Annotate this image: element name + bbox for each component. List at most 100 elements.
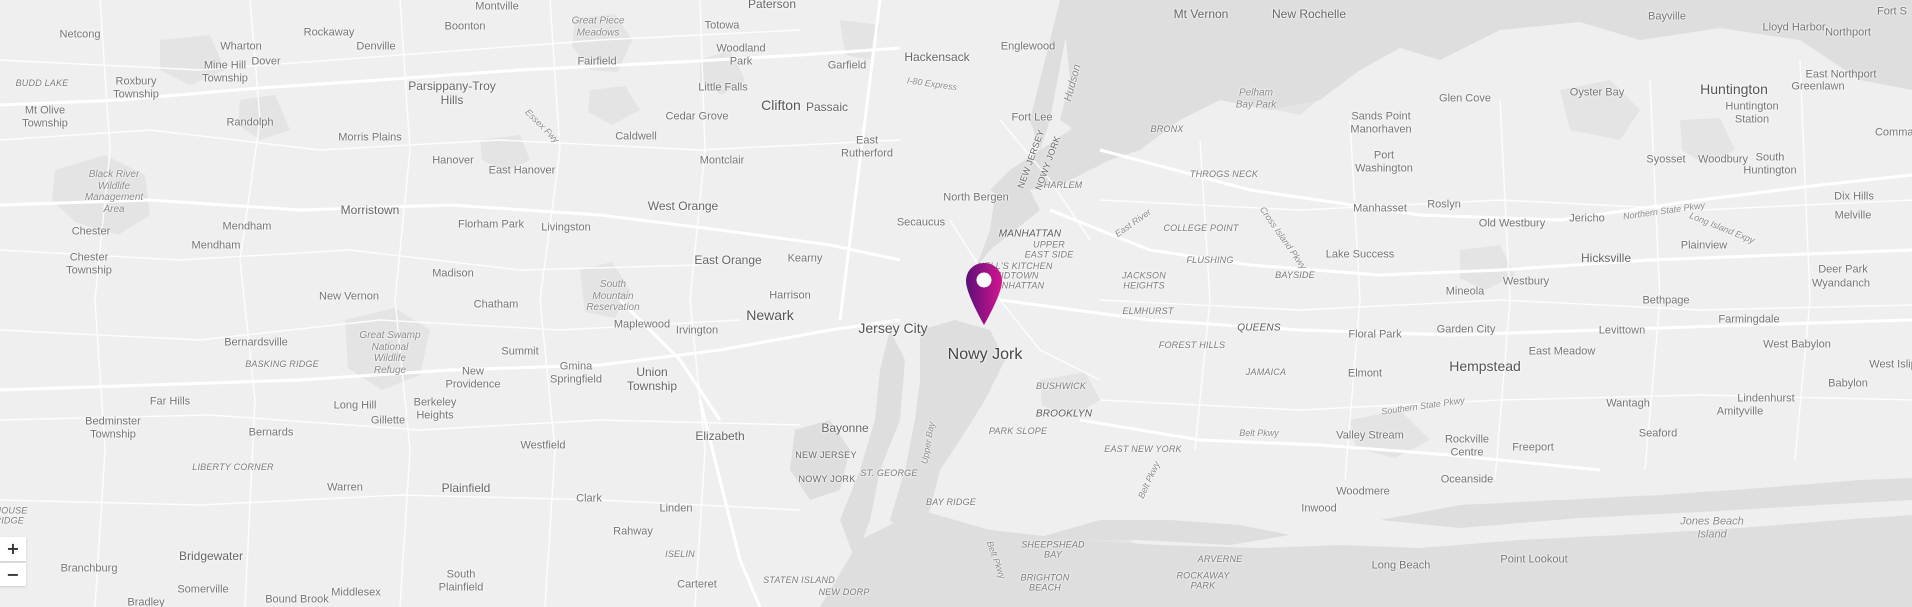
map-label-paterson: Paterson	[747, 0, 797, 12]
map-label-cedar-grove: Cedar Grove	[665, 110, 729, 123]
map-container[interactable]: Paterson Montville Boonton Rockaway Netc…	[0, 0, 1912, 607]
map-label-west-orange: West Orange	[647, 199, 719, 214]
map-label-montville: Montville	[475, 0, 519, 13]
map-label-carteret: Carteret	[677, 578, 717, 591]
map-label-huntington-station: Huntington Station	[1725, 100, 1779, 125]
map-label-parsippany: Parsippany-Troy Hills	[408, 79, 496, 107]
map-label-bernardsville: Bernardsville	[224, 336, 288, 349]
map-label-clifton: Clifton	[761, 96, 801, 113]
map-label-forest-hills: FOREST HILLS	[1158, 339, 1226, 350]
map-label-point-lookout: Point Lookout	[1500, 553, 1568, 566]
map-label-new-jersey: NEW JERSEY	[795, 449, 857, 460]
map-label-oyster-bay: Oyster Bay	[1569, 86, 1625, 99]
map-label-gillette: Gillette	[370, 414, 406, 427]
map-label-hicksville: Hicksville	[1580, 251, 1632, 266]
map-label-basking-ridge: BASKING RIDGE	[245, 358, 319, 369]
map-label-budd-lake: BUDD LAKE	[15, 77, 69, 88]
map-label-staten-island: STATEN ISLAND	[763, 574, 835, 585]
map-label-belt-pkwy: Belt Pkwy	[1239, 427, 1279, 438]
map-label-manorhaven: Manorhaven	[1350, 123, 1412, 136]
map-label-long-beach: Long Beach	[1371, 559, 1431, 572]
map-label-wantagh: Wantagh	[1606, 397, 1650, 410]
map-label-harlem: HARLEM	[1043, 179, 1083, 190]
map-label-rahway: Rahway	[613, 525, 653, 538]
location-pin-icon[interactable]	[965, 262, 1003, 326]
map-label-bayville: Bayville	[1648, 10, 1686, 23]
map-label-farmingdale: Farmingdale	[1718, 313, 1780, 326]
map-label-plainfield: Plainfield	[441, 481, 491, 496]
map-label-pelham-bay-park: Pelham Bay Park	[1235, 87, 1277, 111]
map-label-far-hills: Far Hills	[149, 395, 191, 408]
map-label-east-hanover: East Hanover	[488, 164, 556, 177]
map-label-jericho: Jericho	[1569, 212, 1605, 225]
map-label-greenlawn: Greenlawn	[1791, 80, 1845, 93]
map-label-passaic: Passaic	[805, 100, 849, 115]
map-label-montclair: Montclair	[699, 154, 745, 167]
map-label-florham-park: Florham Park	[457, 218, 525, 231]
map-label-lake-success: Lake Success	[1325, 248, 1395, 261]
map-label-mine-hill: Mine Hill Township	[202, 59, 248, 84]
map-label-woodbury: Woodbury	[1698, 153, 1748, 166]
map-label-east-orange: East Orange	[694, 253, 762, 268]
map-label-irvington: Irvington	[675, 324, 719, 337]
map-label-linden: Linden	[659, 502, 693, 515]
map-label-wharton: Wharton	[220, 40, 262, 53]
map-label-jamaica: JAMAICA	[1245, 366, 1287, 377]
map-label-morristown: Morristown	[340, 203, 400, 218]
map-label-bay-ridge: BAY RIDGE	[926, 496, 976, 507]
zoom-in-button[interactable]: +	[0, 537, 26, 561]
map-label-kearny: Kearny	[787, 252, 823, 265]
map-label-somerville: Somerville	[177, 583, 229, 596]
map-label-brighton-beach: BRIGHTON BEACH	[1020, 572, 1070, 593]
map-label-gmina-springfield: Gmina Springfield	[550, 360, 602, 385]
map-label-secaucus: Secaucus	[896, 216, 946, 229]
map-label-elmont: Elmont	[1347, 367, 1383, 380]
map-label-dover: Dover	[251, 55, 281, 68]
map-label-west-babylon: West Babylon	[1763, 338, 1831, 351]
map-label-bethpage: Bethpage	[1642, 294, 1690, 307]
map-label-great-piece-meadows: Great Piece Meadows	[571, 15, 625, 39]
zoom-out-button[interactable]: −	[0, 562, 26, 586]
map-label-south-mountain: South Mountain Reservation	[586, 278, 640, 313]
map-label-boonton: Boonton	[444, 20, 486, 33]
map-label-syosset: Syosset	[1646, 153, 1686, 166]
map-label-westbury: Westbury	[1502, 275, 1550, 288]
map-label-west-islip: West Islip	[1869, 358, 1912, 371]
map-label-mendham: Mendham	[191, 239, 241, 252]
map-label-south-huntington: South Huntington	[1743, 151, 1797, 176]
map-label-sheepshead-bay: SHEEPSHEAD BAY	[1021, 539, 1085, 560]
map-label-hackensack: Hackensack	[904, 50, 970, 65]
map-label-nowy-jork: Nowy Jork	[947, 345, 1023, 363]
map-label-union-township: Union Township	[626, 365, 678, 393]
map-label-bernards: Bernards	[248, 426, 294, 439]
map-label-bedminster: Bedminster Township	[85, 415, 141, 440]
map-label-garden-city: Garden City	[1436, 323, 1496, 336]
map-label-elmhurst: ELMHURST	[1122, 305, 1174, 316]
map-label-throgs-neck: THROGS NECK	[1189, 168, 1259, 179]
map-label-port-washington: Port Washington	[1355, 149, 1413, 174]
map-label-jackson-heights: JACKSON HEIGHTS	[1122, 270, 1166, 291]
map-label-lindenhurst: Lindenhurst	[1737, 392, 1795, 405]
map-label-commack: Commac	[1874, 126, 1912, 139]
map-label-east-meadow: East Meadow	[1528, 345, 1596, 358]
map-label-long-hill: Long Hill	[333, 399, 377, 412]
map-label-old-westbury: Old Westbury	[1478, 217, 1546, 230]
map-label-arverne: ARVERNE	[1197, 553, 1243, 564]
map-label-jersey-city: Jersey City	[858, 319, 928, 336]
map-label-melville: Melville	[1834, 209, 1872, 222]
map-label-bound-brook: Bound Brook	[265, 593, 329, 606]
map-label-plainview: Plainview	[1680, 239, 1728, 252]
map-label-clark: Clark	[576, 492, 602, 505]
map-label-south-plainfield: South Plainfield	[438, 568, 484, 593]
map-label-new-rochelle: New Rochelle	[1271, 7, 1347, 22]
map-label-freeport: Freeport	[1512, 441, 1554, 454]
map-label-new-dorp: NEW DORP	[818, 586, 870, 597]
map-label-branchburg: Branchburg	[60, 562, 118, 575]
map-label-chatham: Chatham	[473, 298, 519, 311]
map-label-flushing: FLUSHING	[1186, 254, 1234, 265]
map-label-englewood: Englewood	[1000, 40, 1056, 53]
map-label-caldwell: Caldwell	[615, 130, 657, 143]
map-label-deer-park: Deer Park	[1818, 263, 1868, 276]
map-label-netcong: Netcong	[59, 28, 101, 41]
map-label-floral-park: Floral Park	[1348, 328, 1402, 341]
